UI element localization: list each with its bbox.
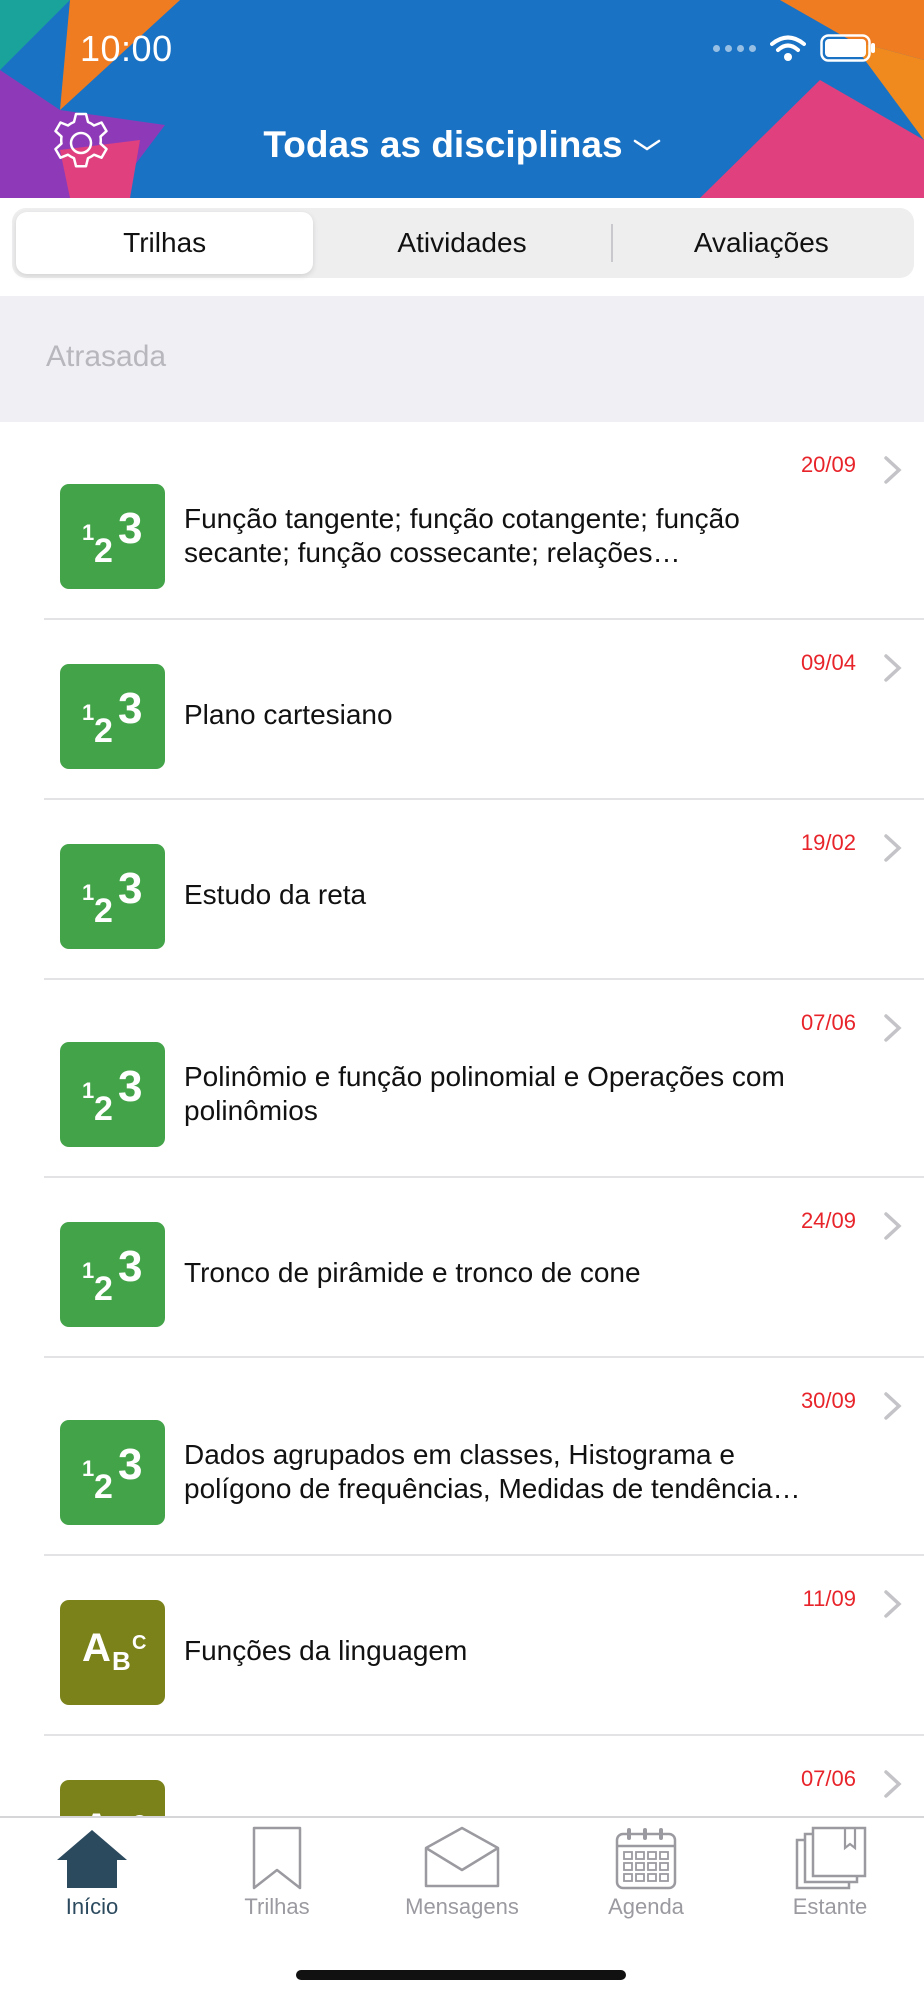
home-indicator xyxy=(296,1970,626,1980)
chevron-right-icon xyxy=(884,834,902,862)
letters-icon: ABC xyxy=(60,1780,165,1816)
wifi-icon xyxy=(770,35,806,61)
tab-trilhas[interactable]: Trilhas xyxy=(185,1826,369,1936)
letters-icon: ABC xyxy=(60,1600,165,1705)
due-date: 11/09 xyxy=(802,1586,856,1611)
tab-estante[interactable]: Estante xyxy=(738,1826,922,1936)
item-title: Estudo da reta xyxy=(184,879,367,910)
tab-label: Mensagens xyxy=(405,1894,519,1919)
segment-label: Avaliações xyxy=(693,227,829,258)
numbers-icon: 123 xyxy=(60,844,165,949)
page-title: Todas as disciplinas xyxy=(263,124,623,165)
app-header: 10:00 Todas as disciplinas xyxy=(0,0,924,198)
item-title: Dados agrupados em classes, Histograma e… xyxy=(184,1439,773,1504)
chevron-right-icon xyxy=(884,1014,902,1042)
segment-atividades[interactable]: Atividades xyxy=(313,212,610,274)
bookmark-icon xyxy=(252,1826,302,1890)
tab-label: Trilhas xyxy=(244,1894,310,1919)
list-item[interactable]: 09/04 123 Plano cartesiano xyxy=(0,620,924,800)
chevron-right-icon xyxy=(884,1770,902,1798)
numbers-icon: 123 xyxy=(60,1042,165,1147)
tab-inicio[interactable]: Início xyxy=(0,1826,184,1936)
due-date: 24/09 xyxy=(800,1208,856,1233)
chevron-right-icon xyxy=(884,1590,902,1618)
item-title: Plano cartesiano xyxy=(184,699,393,730)
segment-trilhas[interactable]: Trilhas xyxy=(16,212,314,274)
list-item[interactable]: 30/09 123 Dados agrupados em classes, Hi… xyxy=(0,1358,924,1556)
item-title: Funções da linguagem xyxy=(184,1635,468,1666)
numbers-icon: 123 xyxy=(60,1222,165,1327)
envelope-icon xyxy=(424,1826,500,1888)
numbers-icon: 123 xyxy=(60,664,165,769)
chevron-right-icon xyxy=(884,1212,902,1240)
list-item[interactable]: 20/09 123 Função tangente; função cotang… xyxy=(0,422,924,620)
calendar-icon xyxy=(615,1828,677,1890)
tab-mensagens[interactable]: Mensagens xyxy=(370,1826,554,1936)
segment-label: Trilhas xyxy=(123,227,207,258)
tab-agenda[interactable]: Agenda xyxy=(554,1826,738,1936)
numbers-icon: 123 xyxy=(60,1420,165,1525)
list-item[interactable]: 11/09 ABC Funções da linguagem xyxy=(0,1556,924,1736)
list-item[interactable]: 07/06 ABC xyxy=(0,1736,924,1816)
discipline-selector[interactable]: Todas as disciplinas xyxy=(0,124,924,166)
status-time: 10:00 xyxy=(80,28,173,69)
list-item[interactable]: 24/09 123 Tronco de pirâmide e tronco de… xyxy=(0,1178,924,1358)
home-icon xyxy=(57,1830,127,1888)
battery-icon xyxy=(820,34,875,62)
item-title: Polinômio e função polinomial e Operaçõe… xyxy=(184,1061,785,1126)
tab-label: Início xyxy=(65,1894,119,1919)
segmented-control: Trilhas Atividades Avaliações xyxy=(12,208,914,278)
section-header: Atrasada xyxy=(0,296,924,422)
chevron-right-icon xyxy=(884,1392,902,1420)
segment-avaliacoes[interactable]: Avaliações xyxy=(613,212,910,274)
signal-icon xyxy=(713,44,756,52)
numbers-icon: 123 xyxy=(60,484,165,589)
due-date: 07/06 xyxy=(800,1010,856,1035)
chevron-down-icon xyxy=(633,139,660,151)
due-date: 19/02 xyxy=(800,830,856,855)
chevron-right-icon xyxy=(884,654,902,682)
trail-list[interactable]: 20/09 123 Função tangente; função cotang… xyxy=(0,422,924,1816)
due-date: 30/09 xyxy=(800,1388,856,1413)
tab-label: Estante xyxy=(792,1894,868,1919)
segment-label: Atividades xyxy=(397,227,527,258)
item-title: Função tangente; função cotangente; funç… xyxy=(184,503,740,568)
due-date: 20/09 xyxy=(800,452,856,477)
list-item[interactable]: 19/02 123 Estudo da reta xyxy=(0,800,924,980)
status-indicators xyxy=(713,34,876,62)
bookshelf-icon xyxy=(795,1826,867,1890)
due-date: 07/06 xyxy=(800,1766,856,1791)
item-title: Tronco de pirâmide e tronco de cone xyxy=(184,1257,641,1288)
section-title: Atrasada xyxy=(46,340,167,373)
due-date: 09/04 xyxy=(800,650,856,675)
list-item[interactable]: 07/06 123 Polinômio e função polinomial … xyxy=(0,980,924,1178)
chevron-right-icon xyxy=(884,456,902,484)
tab-label: Agenda xyxy=(608,1894,684,1919)
